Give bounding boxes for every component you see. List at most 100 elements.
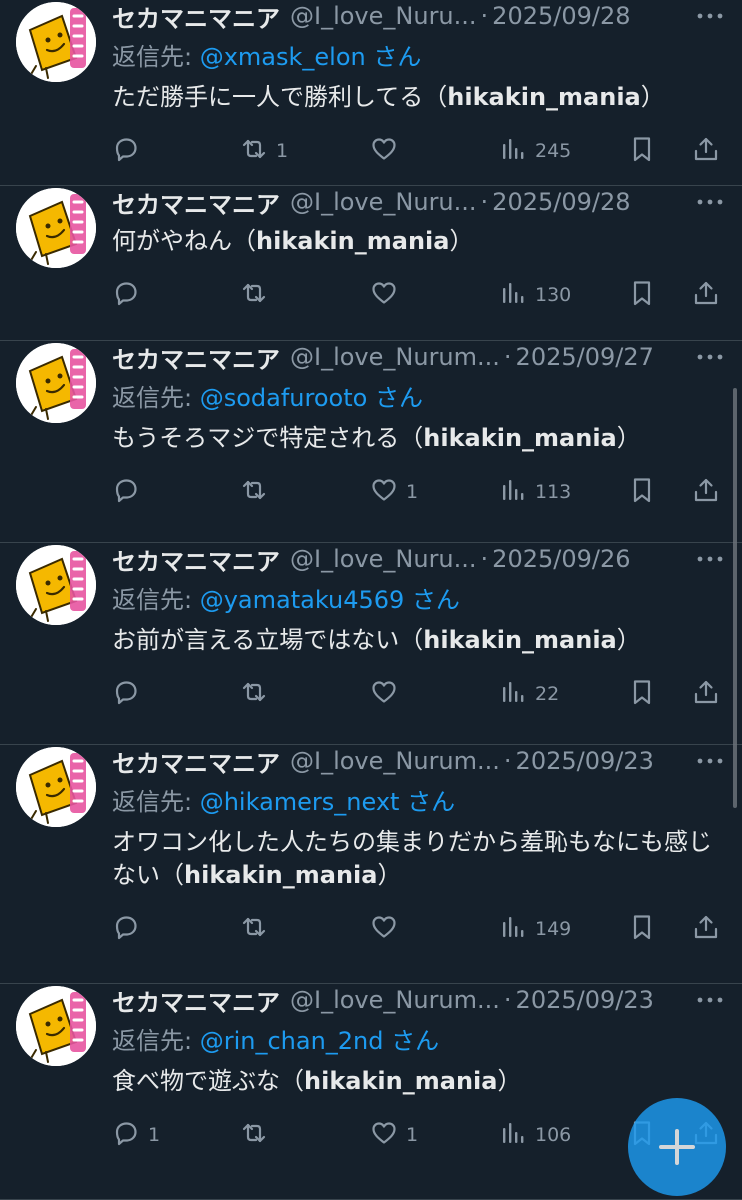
bookmark-button[interactable] xyxy=(628,677,656,711)
share-icon xyxy=(692,476,720,509)
reply-to-mention[interactable]: @sodafurooto xyxy=(200,384,368,412)
user-handle[interactable]: @I_love_Nuru... xyxy=(290,2,477,30)
view-count: 245 xyxy=(535,140,572,162)
tweet[interactable]: セカマニマニア @I_love_Nuru... · 2025/09/28 何がやねん（h… xyxy=(0,186,742,341)
tweet-date[interactable]: 2025/09/23 xyxy=(516,747,654,775)
bookmark-button[interactable] xyxy=(628,134,656,168)
views-button[interactable]: 106 xyxy=(499,1118,571,1152)
reply-button[interactable]: 1 xyxy=(112,1118,160,1152)
reply-icon xyxy=(112,135,140,168)
display-name[interactable]: セカマニマニア xyxy=(112,542,280,577)
display-name[interactable]: セカマニマニア xyxy=(112,744,280,779)
heart-icon xyxy=(370,279,398,312)
display-name[interactable]: セカマニマニア xyxy=(112,983,280,1018)
retweet-button[interactable]: 1 xyxy=(240,134,288,168)
reply-to-suffix: さん xyxy=(367,384,423,412)
retweet-button[interactable] xyxy=(240,677,276,711)
like-button[interactable]: 1 xyxy=(370,475,418,509)
like-button[interactable] xyxy=(370,912,406,946)
like-button[interactable] xyxy=(370,278,406,312)
tweet-date[interactable]: 2025/09/23 xyxy=(516,986,654,1014)
separator-dot: · xyxy=(503,343,512,371)
retweet-icon xyxy=(240,913,268,946)
tweet-header: セカマニマニア @I_love_Nurum... · 2025/09/23 xyxy=(112,743,728,779)
tweet[interactable]: セカマニマニア @I_love_Nuru... · 2025/09/26 返信先: @y… xyxy=(0,543,742,745)
reply-button[interactable] xyxy=(112,677,148,711)
scrollbar[interactable] xyxy=(733,388,737,808)
avatar[interactable] xyxy=(16,747,96,827)
retweet-button[interactable] xyxy=(240,1118,276,1152)
tweet[interactable]: セカマニマニア @I_love_Nuru... · 2025/09/28 返信先: @x… xyxy=(0,0,742,186)
avatar[interactable] xyxy=(16,2,96,82)
tweet-text-close: ） xyxy=(640,83,665,111)
avatar[interactable] xyxy=(16,188,96,268)
more-icon[interactable] xyxy=(696,541,724,577)
user-handle[interactable]: @I_love_Nurum... xyxy=(290,747,500,775)
reply-to-suffix: さん xyxy=(365,43,422,71)
tweet-date[interactable]: 2025/09/28 xyxy=(492,2,630,30)
share-button[interactable] xyxy=(692,475,720,509)
share-button[interactable] xyxy=(692,134,720,168)
tweet-header: セカマニマニア @I_love_Nuru... · 2025/09/28 xyxy=(112,0,728,34)
share-button[interactable] xyxy=(692,278,720,312)
compose-button[interactable] xyxy=(628,1098,726,1196)
display-name[interactable]: セカマニマニア xyxy=(112,0,280,34)
more-icon[interactable] xyxy=(696,184,724,220)
action-bar: 22 xyxy=(112,677,726,711)
views-button[interactable]: 113 xyxy=(499,475,571,509)
more-icon[interactable] xyxy=(696,743,724,779)
like-button[interactable] xyxy=(370,677,406,711)
reply-to-mention[interactable]: @xmask_elon xyxy=(200,43,366,71)
like-button[interactable]: 1 xyxy=(370,1118,418,1152)
tweet-date[interactable]: 2025/09/26 xyxy=(492,545,630,573)
tweet[interactable]: セカマニマニア @I_love_Nurum... · 2025/09/27 返信先: @… xyxy=(0,341,742,543)
views-button[interactable]: 149 xyxy=(499,912,571,946)
more-icon[interactable] xyxy=(696,982,724,1018)
like-count: 1 xyxy=(406,481,419,503)
reply-to-label: 返信先: xyxy=(112,1027,200,1055)
reply-button[interactable] xyxy=(112,475,148,509)
separator-dot: · xyxy=(503,747,512,775)
tweet[interactable]: セカマニマニア @I_love_Nurum... · 2025/09/23 返信先: @… xyxy=(0,745,742,984)
display-name[interactable]: セカマニマニア xyxy=(112,340,280,375)
tweet-date[interactable]: 2025/09/28 xyxy=(492,188,630,216)
action-bar: 1 113 xyxy=(112,475,726,509)
retweet-button[interactable] xyxy=(240,912,276,946)
avatar[interactable] xyxy=(16,545,96,625)
bookmark-button[interactable] xyxy=(628,912,656,946)
tweet-date[interactable]: 2025/09/27 xyxy=(516,343,654,371)
action-bar: 149 xyxy=(112,912,726,946)
retweet-icon xyxy=(240,476,268,509)
like-button[interactable] xyxy=(370,134,406,168)
user-handle[interactable]: @I_love_Nurum... xyxy=(290,343,500,371)
bookmark-button[interactable] xyxy=(628,475,656,509)
reply-to-mention[interactable]: @rin_chan_2nd xyxy=(200,1027,384,1055)
user-handle[interactable]: @I_love_Nuru... xyxy=(290,545,477,573)
views-icon xyxy=(499,1119,527,1152)
display-name[interactable]: セカマニマニア xyxy=(112,185,280,220)
avatar[interactable] xyxy=(16,986,96,1066)
views-button[interactable]: 130 xyxy=(499,278,571,312)
retweet-button[interactable] xyxy=(240,278,276,312)
more-icon[interactable] xyxy=(696,339,724,375)
user-handle[interactable]: @I_love_Nurum... xyxy=(290,986,500,1014)
more-icon[interactable] xyxy=(696,0,724,34)
share-button[interactable] xyxy=(692,912,720,946)
action-bar: 1 245 xyxy=(112,134,726,168)
share-icon xyxy=(692,678,720,711)
views-button[interactable]: 245 xyxy=(499,134,571,168)
reply-to-mention[interactable]: @yamataku4569 xyxy=(200,586,405,614)
retweet-button[interactable] xyxy=(240,475,276,509)
reply-button[interactable] xyxy=(112,912,148,946)
reply-to-line: 返信先: @xmask_elon さん xyxy=(112,37,421,72)
tweet[interactable]: セカマニマニア @I_love_Nurum... · 2025/09/23 返信先: @… xyxy=(0,984,742,1200)
user-handle[interactable]: @I_love_Nuru... xyxy=(290,188,477,216)
reply-to-mention[interactable]: @hikamers_next xyxy=(200,788,400,816)
views-button[interactable]: 22 xyxy=(499,677,559,711)
bookmark-button[interactable] xyxy=(628,278,656,312)
share-button[interactable] xyxy=(692,677,720,711)
reply-to-label: 返信先: xyxy=(112,788,200,816)
avatar[interactable] xyxy=(16,343,96,423)
reply-button[interactable] xyxy=(112,278,148,312)
reply-button[interactable] xyxy=(112,134,148,168)
